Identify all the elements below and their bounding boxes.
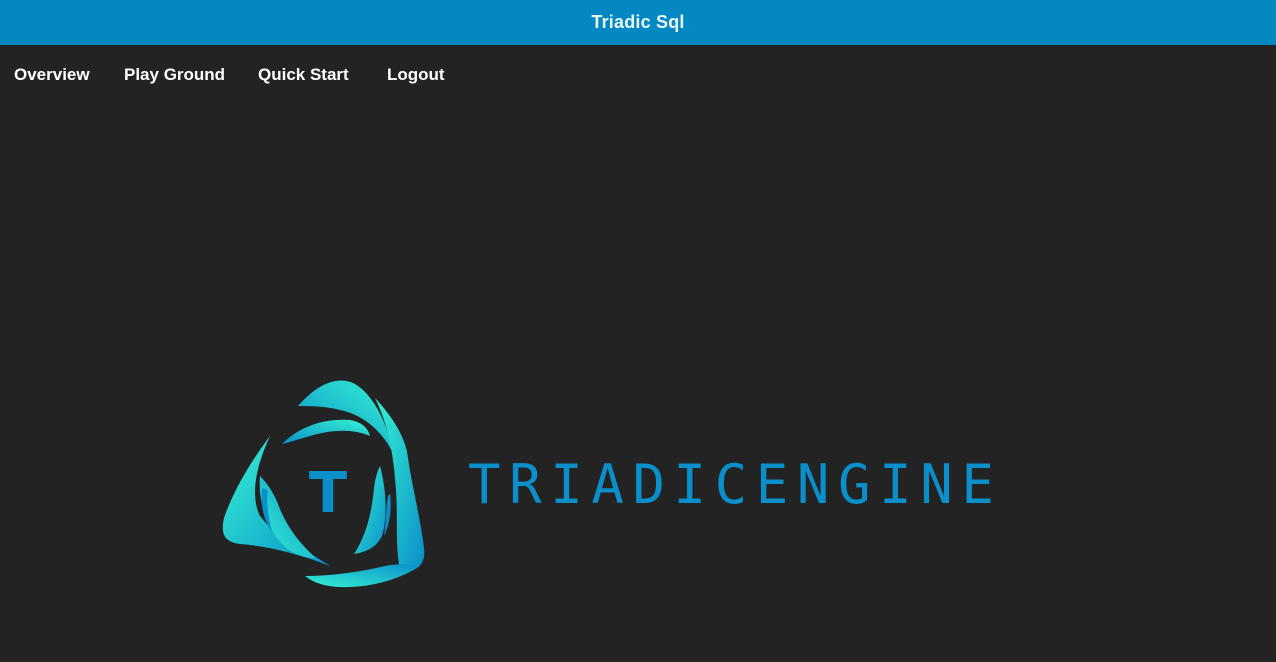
logo-letter: T: [309, 461, 347, 526]
app-header: Triadic Sql: [0, 0, 1276, 45]
triadic-triangle-logo-icon: T: [222, 380, 425, 588]
app-title: Triadic Sql: [591, 12, 685, 32]
triadic-engine-logo: T TRIADICENGINE: [220, 376, 1010, 591]
nav-item-play-ground[interactable]: Play Ground: [124, 65, 225, 85]
nav-item-overview[interactable]: Overview: [14, 65, 90, 85]
nav-item-quick-start[interactable]: Quick Start: [258, 65, 349, 85]
logo-wordmark: TRIADICENGINE: [468, 453, 1003, 516]
nav-item-logout[interactable]: Logout: [387, 65, 445, 85]
main-nav: Overview Play Ground Quick Start Logout: [0, 45, 1276, 105]
